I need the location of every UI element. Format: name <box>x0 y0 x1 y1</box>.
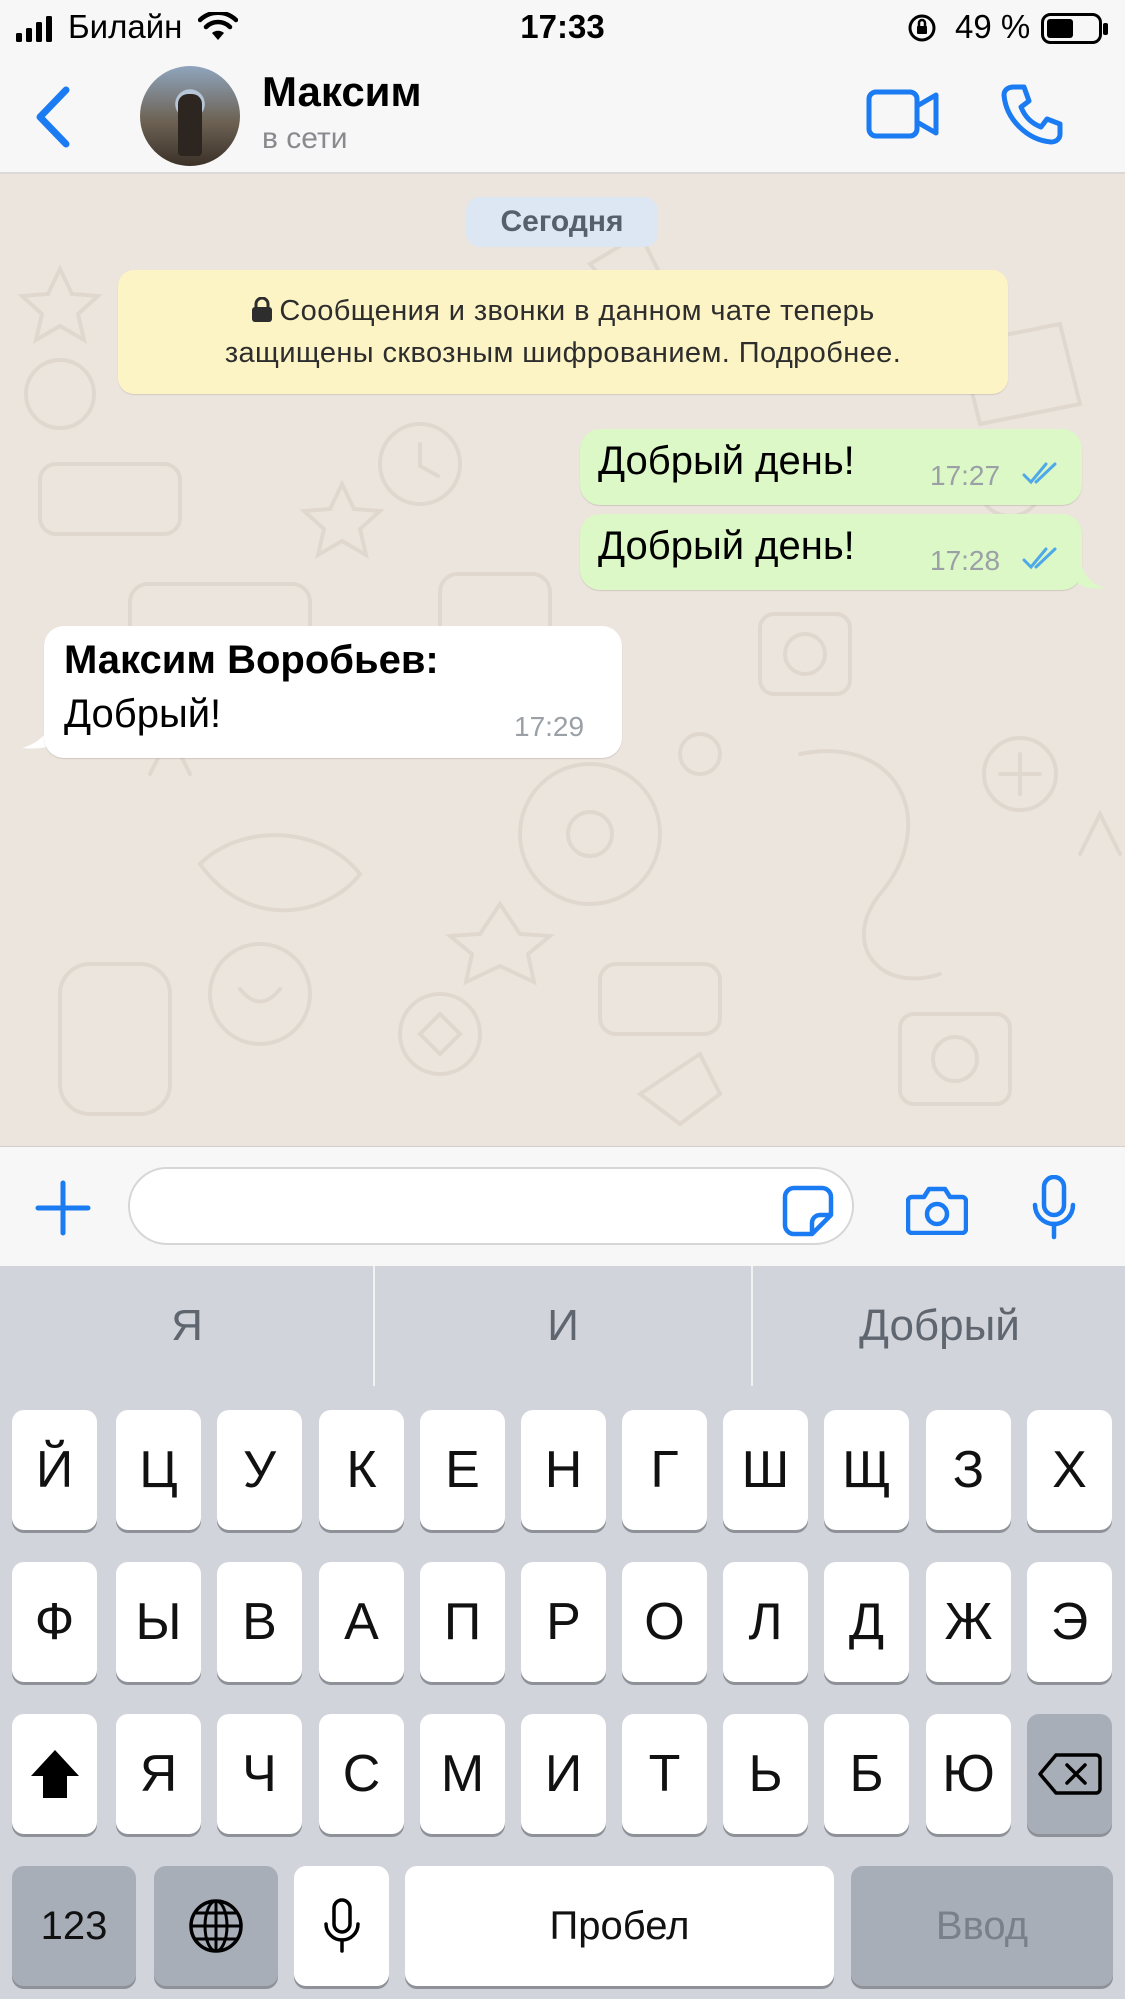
key[interactable]: Ш <box>723 1410 808 1530</box>
encryption-notice-line-2: защищены сквозным шифрованием. Подробнее… <box>224 337 902 369</box>
key[interactable]: Й <box>12 1410 97 1530</box>
key[interactable]: Ф <box>12 1562 97 1682</box>
contact-status: в сети <box>262 122 348 155</box>
key[interactable]: Е <box>420 1410 505 1530</box>
numbers-key[interactable]: 123 <box>12 1866 136 1986</box>
message-input[interactable] <box>128 1167 854 1245</box>
video-call-icon[interactable] <box>866 86 940 142</box>
message-outgoing[interactable]: Добрый день! 17:28 <box>580 514 1082 590</box>
globe-icon <box>189 1899 243 1953</box>
suggestion-divider <box>751 1266 753 1386</box>
message-text: Добрый день! <box>598 524 855 568</box>
key[interactable]: А <box>319 1562 404 1682</box>
message-time: 17:27 <box>930 460 1001 491</box>
keyboard: Й Ц У К Е Н Г Ш Щ З Х Ф Ы В А П Р О Л Д … <box>0 1386 1125 1999</box>
battery-percent: 49 % <box>955 8 1031 45</box>
key[interactable]: Л <box>723 1562 808 1682</box>
status-bar: Билайн 17:33 49 % <box>0 0 1125 60</box>
key[interactable]: Р <box>521 1562 606 1682</box>
key[interactable]: Х <box>1027 1410 1112 1530</box>
battery-icon <box>1041 13 1108 44</box>
message-text: Добрый день! <box>598 439 855 483</box>
chat-area[interactable]: Сегодня Сообщения и звонки в данном чате… <box>0 174 1125 1146</box>
return-key[interactable]: Ввод <box>851 1866 1113 1986</box>
key[interactable]: Ц <box>116 1410 201 1530</box>
backspace-icon <box>1037 1753 1102 1795</box>
key[interactable]: К <box>319 1410 404 1530</box>
sticker-icon[interactable] <box>782 1185 834 1237</box>
key[interactable]: Г <box>622 1410 707 1530</box>
key[interactable]: Э <box>1027 1562 1112 1682</box>
suggestion-item[interactable]: Я <box>0 1266 374 1386</box>
globe-key[interactable] <box>154 1866 278 1986</box>
microphone-icon <box>323 1898 360 1953</box>
key[interactable]: У <box>217 1410 302 1530</box>
composer <box>0 1146 1125 1266</box>
suggestion-item[interactable]: Добрый <box>754 1266 1125 1386</box>
message-outgoing[interactable]: Добрый день! 17:27 <box>580 429 1082 505</box>
key[interactable]: О <box>622 1562 707 1682</box>
shift-icon <box>30 1750 79 1798</box>
contact-name[interactable]: Максим <box>262 68 422 116</box>
key[interactable]: З <box>926 1410 1011 1530</box>
key[interactable]: И <box>521 1714 606 1834</box>
key[interactable]: С <box>319 1714 404 1834</box>
message-sender: Максим Воробьев: <box>64 638 439 682</box>
key[interactable]: П <box>420 1562 505 1682</box>
message-time: 17:28 <box>930 545 1001 576</box>
key[interactable]: Я <box>116 1714 201 1834</box>
message-time: 17:29 <box>514 711 585 742</box>
key[interactable]: Б <box>824 1714 909 1834</box>
key[interactable]: Ю <box>926 1714 1011 1834</box>
key[interactable]: В <box>217 1562 302 1682</box>
double-check-icon <box>1022 547 1057 570</box>
shift-key[interactable] <box>12 1714 97 1834</box>
chevron-left-icon[interactable] <box>28 82 78 152</box>
encryption-notice[interactable]: Сообщения и звонки в данном чате теперь … <box>118 270 1008 394</box>
camera-icon[interactable] <box>906 1183 968 1235</box>
suggestion-divider <box>373 1266 375 1386</box>
lock-icon <box>252 296 273 322</box>
key[interactable]: Ж <box>926 1562 1011 1682</box>
key[interactable]: Ы <box>116 1562 201 1682</box>
avatar[interactable] <box>140 66 240 166</box>
backspace-key[interactable] <box>1027 1714 1112 1834</box>
key[interactable]: Т <box>622 1714 707 1834</box>
key[interactable]: Ь <box>723 1714 808 1834</box>
dictation-key[interactable] <box>294 1866 389 1986</box>
message-incoming[interactable]: Максим Воробьев: Добрый! 17:29 <box>44 626 622 758</box>
key[interactable]: Ч <box>217 1714 302 1834</box>
chat-header: Максим в сети <box>0 60 1125 174</box>
date-separator: Сегодня <box>466 197 658 247</box>
bubble-tail <box>1078 554 1106 589</box>
key[interactable]: Д <box>824 1562 909 1682</box>
key[interactable]: Н <box>521 1410 606 1530</box>
suggestion-item[interactable]: И <box>376 1266 750 1386</box>
encryption-notice-line-1: Сообщения и звонки в данном чате теперь <box>118 290 1008 332</box>
space-key[interactable]: Пробел <box>405 1866 834 1986</box>
plus-icon[interactable] <box>34 1179 92 1237</box>
key[interactable]: М <box>420 1714 505 1834</box>
key[interactable]: Щ <box>824 1410 909 1530</box>
phone-icon[interactable] <box>1000 82 1064 146</box>
message-text: Добрый! <box>64 692 222 736</box>
orientation-lock-icon <box>908 14 936 42</box>
microphone-icon[interactable] <box>1030 1175 1080 1241</box>
suggestion-bar: Я И Добрый <box>0 1266 1125 1386</box>
double-check-icon <box>1022 462 1057 485</box>
